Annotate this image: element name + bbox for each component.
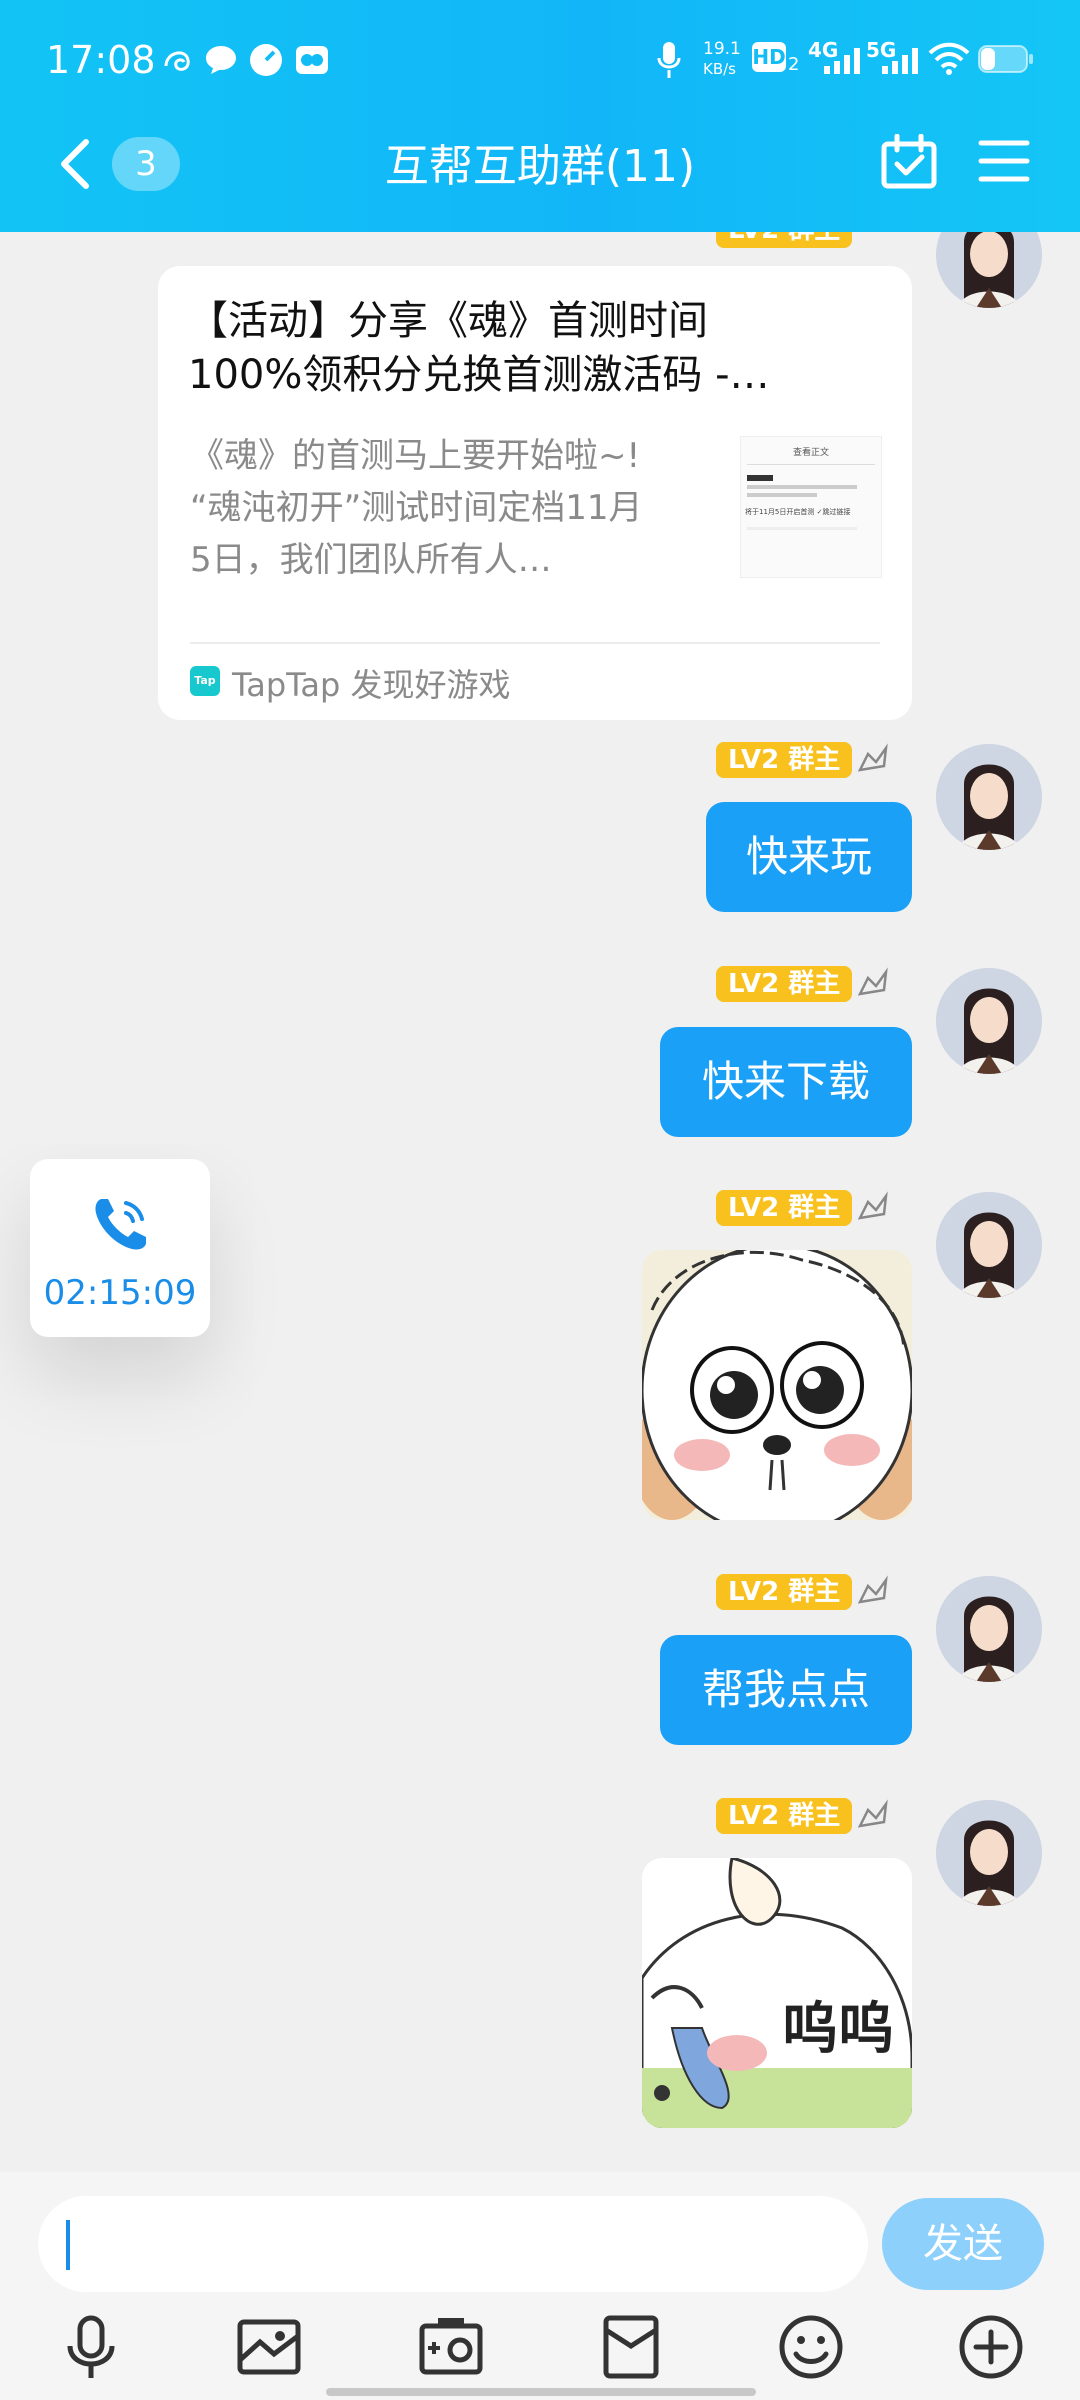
title-bird-icon: [857, 1191, 888, 1220]
message-bubble[interactable]: 快来玩: [706, 802, 912, 912]
avatar[interactable]: [936, 232, 1042, 308]
microphone-status-icon: [657, 42, 681, 78]
sender-badge: LV2 群主: [716, 1574, 853, 1610]
share-card-thumbnail: 查看正文 将于11月5日开启首测 ✓跳过链接: [740, 436, 882, 578]
avatar[interactable]: [936, 1192, 1042, 1298]
sender-badge: LV2 群主: [716, 966, 853, 1002]
signal-5g-icon: [882, 48, 918, 74]
battery-icon: [978, 45, 1033, 73]
title-bird-icon: [857, 1799, 888, 1828]
camera-icon[interactable]: [416, 2312, 486, 2382]
title-bird-icon: [857, 967, 888, 996]
avatar[interactable]: [936, 744, 1042, 850]
message-bubble[interactable]: 快来下载: [660, 1027, 912, 1137]
app-notification-icon: [296, 46, 328, 74]
hd-sub: 2: [788, 54, 800, 75]
home-indicator[interactable]: [326, 2388, 756, 2396]
net-speed-unit: KB/s: [703, 60, 736, 78]
sender-badge: LV2 群主: [716, 1798, 853, 1834]
taptap-icon: Tap: [190, 666, 220, 696]
sender-badge: LV2 群主: [716, 232, 853, 248]
menu-icon[interactable]: [978, 138, 1030, 184]
wuwu-sticker[interactable]: 呜呜: [642, 1858, 912, 2128]
phone-call-icon: [95, 1199, 146, 1250]
sender-badge: LV2 群主: [716, 742, 853, 778]
top-bar: 17:08 19.1 KB/s HD 2 4G 5G 3 互帮互助群(11): [0, 0, 1080, 232]
clock: 17:08: [46, 38, 156, 82]
sender-badge: LV2 群主: [716, 1190, 853, 1226]
hd-icon: HD: [752, 42, 786, 72]
speed-notification-icon: [250, 44, 282, 76]
plus-icon[interactable]: [956, 2312, 1026, 2382]
message-bubble[interactable]: 帮我点点: [660, 1635, 912, 1745]
share-card-source: TapTap 发现好游戏: [232, 666, 511, 704]
emoji-icon[interactable]: [776, 2312, 846, 2382]
red-packet-icon[interactable]: [596, 2312, 666, 2382]
title-bird-icon: [857, 743, 888, 772]
photo-icon[interactable]: [234, 2312, 304, 2382]
share-card[interactable]: 【活动】分享《魂》首测时间 100%领积分兑换首测激活码 -… 《魂》的首测马上…: [158, 266, 912, 720]
text-cursor: [66, 2220, 70, 2270]
title-bird-icon: [857, 1575, 888, 1604]
net-speed-value: 19.1: [703, 39, 741, 59]
send-button[interactable]: 发送: [882, 2198, 1044, 2290]
wifi-icon: [928, 42, 970, 75]
avatar[interactable]: [936, 1576, 1042, 1682]
avatar[interactable]: [936, 968, 1042, 1074]
call-duration: 02:15:09: [43, 1273, 197, 1313]
sticker-text: 呜呜: [782, 1997, 894, 2062]
mic-icon[interactable]: [56, 2312, 126, 2382]
share-card-divider: [190, 642, 880, 644]
call-floating-widget[interactable]: 02:15:09: [30, 1159, 210, 1337]
share-card-title: 【活动】分享《魂》首测时间 100%领积分兑换首测激活码 -…: [188, 298, 770, 398]
signal-4g-icon: [824, 48, 860, 74]
message-notification-icon: [206, 46, 236, 74]
notification-app-icon: [164, 51, 190, 71]
avatar[interactable]: [936, 1800, 1042, 1906]
crying-sheep-sticker[interactable]: [642, 1250, 912, 1520]
calendar-checkin-icon[interactable]: [880, 134, 938, 190]
share-card-description: 《魂》的首测马上要开始啦~! “魂沌初开”测试时间定档11月 5日，我们团队所有…: [190, 436, 643, 580]
message-input[interactable]: [38, 2196, 868, 2292]
